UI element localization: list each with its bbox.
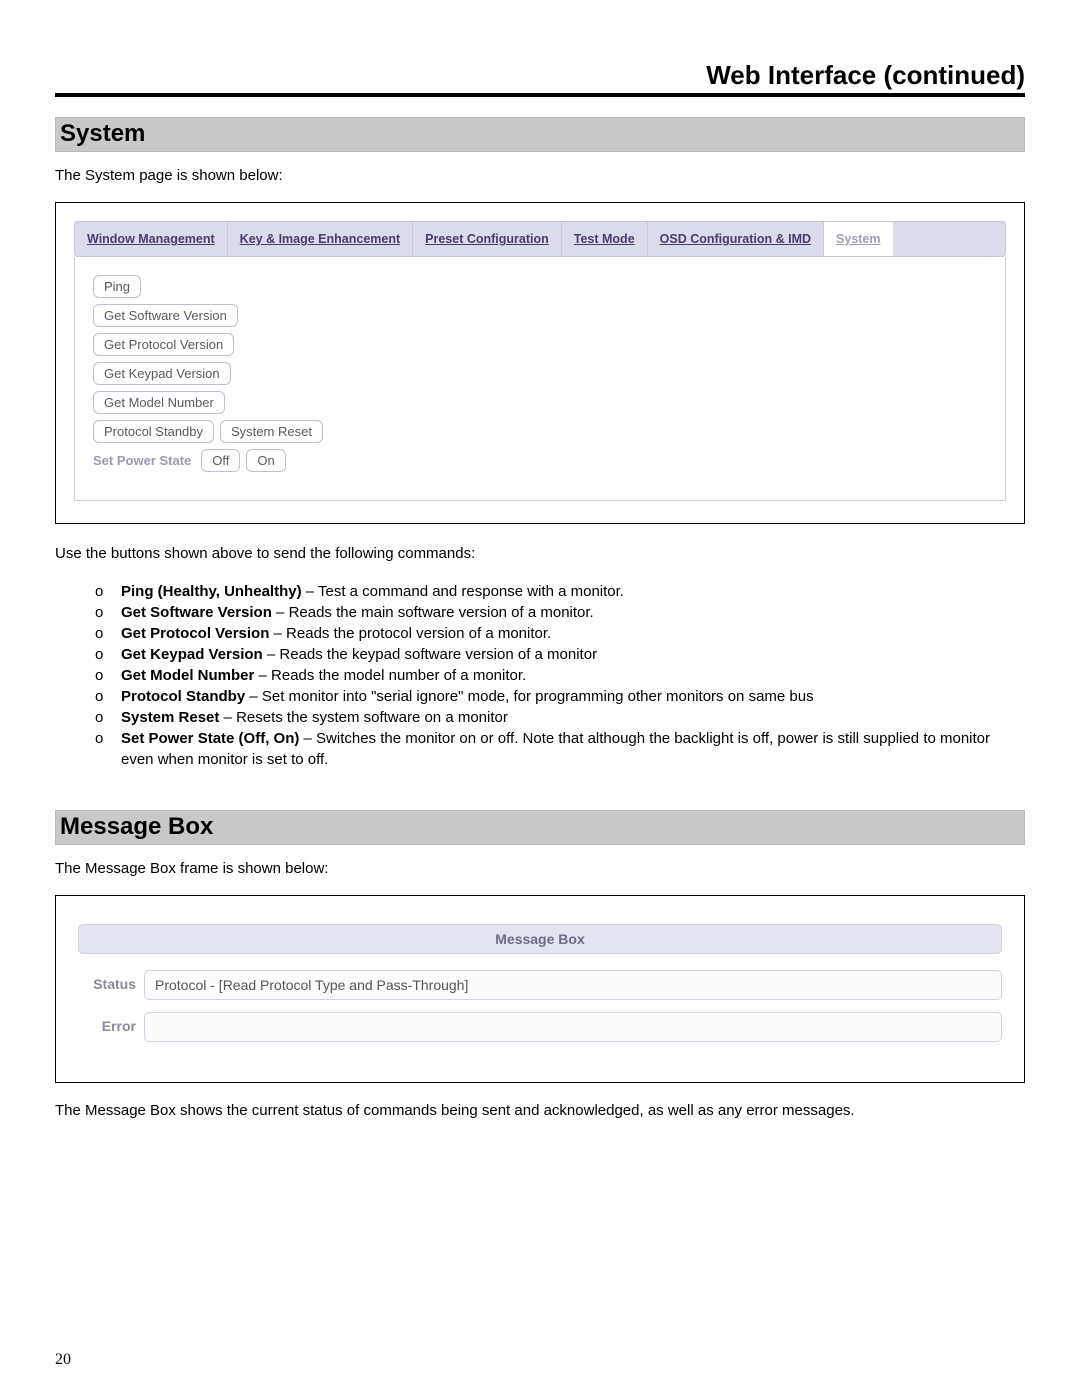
page-title: Web Interface (continued) bbox=[55, 60, 1025, 91]
system-intro-text: The System page is shown below: bbox=[55, 166, 1025, 186]
tab-system[interactable]: System bbox=[824, 222, 892, 256]
cmd-item-get-protocol-version: Get Protocol Version – Reads the protoco… bbox=[95, 623, 1025, 644]
cmd-item-system-reset: System Reset – Resets the system softwar… bbox=[95, 707, 1025, 728]
get-software-version-button[interactable]: Get Software Version bbox=[93, 304, 238, 327]
cmd-item-protocol-standby: Protocol Standby – Set monitor into "ser… bbox=[95, 686, 1025, 707]
message-box-frame: Message Box Status Protocol - [Read Prot… bbox=[55, 895, 1025, 1083]
tab-osd-configuration-imd[interactable]: OSD Configuration & IMD bbox=[648, 222, 824, 256]
get-keypad-version-button[interactable]: Get Keypad Version bbox=[93, 362, 231, 385]
cmd-item-set-power-state: Set Power State (Off, On) – Switches the… bbox=[95, 728, 1025, 770]
cmd-item-get-model-number: Get Model Number – Reads the model numbe… bbox=[95, 665, 1025, 686]
system-reset-button[interactable]: System Reset bbox=[220, 420, 323, 443]
section-heading-message-box: Message Box bbox=[55, 810, 1025, 845]
tab-window-management[interactable]: Window Management bbox=[75, 222, 228, 256]
page-header: Web Interface (continued) bbox=[55, 60, 1025, 97]
nav-strip: Window Management Key & Image Enhancemen… bbox=[74, 221, 1006, 257]
msgbox-intro-text: The Message Box frame is shown below: bbox=[55, 859, 1025, 879]
get-model-number-button[interactable]: Get Model Number bbox=[93, 391, 225, 414]
message-box-title: Message Box bbox=[78, 924, 1002, 954]
system-panel-frame: Window Management Key & Image Enhancemen… bbox=[55, 202, 1025, 524]
commands-intro: Use the buttons shown above to send the … bbox=[55, 544, 1025, 564]
commands-list: Ping (Healthy, Unhealthy) – Test a comma… bbox=[55, 581, 1025, 770]
ping-button[interactable]: Ping bbox=[93, 275, 141, 298]
page-number: 20 bbox=[55, 1351, 71, 1369]
cmd-item-get-keypad-version: Get Keypad Version – Reads the keypad so… bbox=[95, 644, 1025, 665]
section-heading-system: System bbox=[55, 117, 1025, 152]
get-protocol-version-button[interactable]: Get Protocol Version bbox=[93, 333, 234, 356]
tab-key-image-enhancement[interactable]: Key & Image Enhancement bbox=[228, 222, 413, 256]
tab-preset-configuration[interactable]: Preset Configuration bbox=[413, 222, 562, 256]
msgbox-error-label: Error bbox=[78, 1012, 136, 1042]
tab-test-mode[interactable]: Test Mode bbox=[562, 222, 648, 256]
protocol-standby-button[interactable]: Protocol Standby bbox=[93, 420, 214, 443]
msgbox-status-label: Status bbox=[78, 970, 136, 1000]
cmd-item-get-software-version: Get Software Version – Reads the main so… bbox=[95, 602, 1025, 623]
power-off-button[interactable]: Off bbox=[201, 449, 240, 472]
power-on-button[interactable]: On bbox=[246, 449, 285, 472]
msgbox-status-row: Status Protocol - [Read Protocol Type an… bbox=[78, 970, 1002, 1000]
msgbox-error-row: Error bbox=[78, 1012, 1002, 1042]
system-tab-body: Ping Get Software Version Get Protocol V… bbox=[74, 257, 1006, 501]
cmd-item-ping: Ping (Healthy, Unhealthy) – Test a comma… bbox=[95, 581, 1025, 602]
msgbox-outro-text: The Message Box shows the current status… bbox=[55, 1101, 1025, 1121]
msgbox-status-value: Protocol - [Read Protocol Type and Pass-… bbox=[144, 970, 1002, 1000]
msgbox-error-value bbox=[144, 1012, 1002, 1042]
set-power-state-label: Set Power State bbox=[93, 453, 191, 468]
